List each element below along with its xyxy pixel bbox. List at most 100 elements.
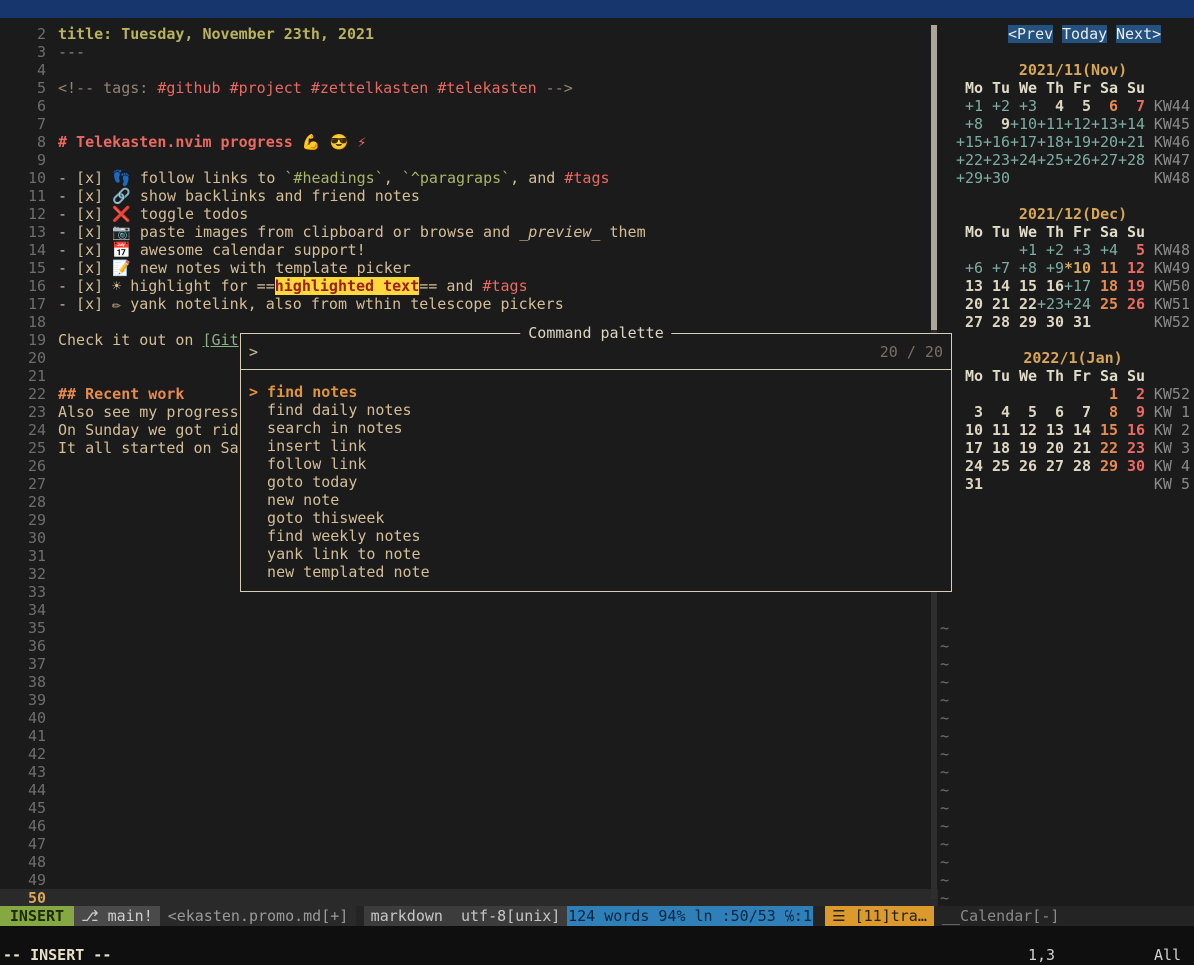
calendar-day[interactable]: 30 — [1118, 457, 1145, 475]
editor-line[interactable]: 7 — [0, 115, 938, 133]
editor-line[interactable]: 14- [x] 📅 awesome calendar support! — [0, 241, 938, 259]
calendar-day[interactable]: 15 — [1091, 421, 1118, 439]
calendar-day[interactable]: 29 — [1010, 313, 1037, 331]
calendar-day[interactable]: +4 — [1091, 241, 1118, 259]
palette-item[interactable]: find weekly notes — [241, 527, 951, 545]
calendar-day[interactable]: 17 — [956, 439, 983, 457]
editor-line[interactable]: 13- [x] 📷 paste images from clipboard or… — [0, 223, 938, 241]
calendar-day[interactable]: 14 — [1064, 421, 1091, 439]
editor-line[interactable]: 2title: Tuesday, November 23th, 2021 — [0, 25, 938, 43]
calendar-day[interactable]: 26 — [1010, 457, 1037, 475]
calendar-day[interactable]: +22 — [956, 151, 983, 169]
editor-line[interactable]: 44 — [0, 781, 938, 799]
palette-item[interactable]: new templated note — [241, 563, 951, 581]
calendar-day[interactable]: +17 — [1064, 277, 1091, 295]
calendar-day[interactable]: 22 — [1010, 295, 1037, 313]
editor-line[interactable]: 18 — [0, 313, 938, 331]
calendar-today-button[interactable]: Today — [1062, 25, 1107, 43]
calendar-day[interactable]: 13 — [1037, 421, 1064, 439]
calendar-day[interactable]: +1 — [1010, 241, 1037, 259]
calendar-day[interactable]: 19 — [1010, 439, 1037, 457]
calendar-day[interactable]: 6 — [1037, 403, 1064, 421]
calendar-day[interactable]: 30 — [1037, 313, 1064, 331]
calendar-day[interactable]: 14 — [983, 277, 1010, 295]
calendar-day[interactable]: +29 — [956, 169, 983, 187]
calendar-prev-button[interactable]: <Prev — [1008, 25, 1053, 43]
calendar-day[interactable]: 3 — [956, 403, 983, 421]
calendar-day[interactable]: +2 — [1037, 241, 1064, 259]
calendar-day[interactable]: 20 — [956, 295, 983, 313]
calendar-day[interactable]: 4 — [1037, 97, 1064, 115]
calendar-day[interactable]: 13 — [956, 277, 983, 295]
editor-line[interactable]: 46 — [0, 817, 938, 835]
calendar-day[interactable]: 11 — [983, 421, 1010, 439]
editor-line[interactable]: 38 — [0, 673, 938, 691]
editor-line[interactable]: 40 — [0, 709, 938, 727]
editor-line[interactable]: 45 — [0, 799, 938, 817]
palette-item[interactable]: new note — [241, 491, 951, 509]
calendar-day[interactable]: +16 — [983, 133, 1010, 151]
editor-line[interactable]: 50 — [0, 889, 938, 906]
editor-line[interactable]: 34 — [0, 601, 938, 619]
calendar-day[interactable]: +15 — [956, 133, 983, 151]
palette-item[interactable]: > find notes — [241, 383, 951, 401]
calendar-day[interactable]: 12 — [1118, 259, 1145, 277]
calendar-day[interactable]: 31 — [956, 475, 983, 493]
calendar-day[interactable]: 28 — [983, 313, 1010, 331]
calendar-day[interactable]: +9 — [1037, 259, 1064, 277]
editor-line[interactable]: 39 — [0, 691, 938, 709]
calendar-day[interactable]: 18 — [983, 439, 1010, 457]
calendar-day[interactable]: 1 — [1091, 385, 1118, 403]
calendar-day[interactable]: 5 — [1118, 241, 1145, 259]
calendar-day[interactable]: 4 — [983, 403, 1010, 421]
palette-item[interactable]: find daily notes — [241, 401, 951, 419]
calendar-day[interactable]: +11 — [1037, 115, 1064, 133]
calendar-next-button[interactable]: Next> — [1116, 25, 1161, 43]
calendar-day[interactable]: 8 — [1091, 403, 1118, 421]
calendar-day[interactable]: 25 — [983, 457, 1010, 475]
calendar-day[interactable]: +23 — [1037, 295, 1064, 313]
calendar-day[interactable]: +8 — [1010, 259, 1037, 277]
editor-line[interactable]: 49 — [0, 871, 938, 889]
calendar-day[interactable]: 6 — [1091, 97, 1118, 115]
calendar-day[interactable]: +21 — [1118, 133, 1145, 151]
calendar-day[interactable]: +25 — [1037, 151, 1064, 169]
calendar-day[interactable]: 19 — [1118, 277, 1145, 295]
calendar-day[interactable]: 25 — [1091, 295, 1118, 313]
editor-line[interactable]: 11- [x] 🔗 show backlinks and friend note… — [0, 187, 938, 205]
calendar-day[interactable]: 26 — [1118, 295, 1145, 313]
calendar-day[interactable]: *10 — [1064, 259, 1091, 277]
calendar-day[interactable]: +7 — [983, 259, 1010, 277]
calendar-day[interactable]: 7 — [1064, 403, 1091, 421]
editor-line[interactable]: 35 — [0, 619, 938, 637]
calendar-day[interactable]: +24 — [1064, 295, 1091, 313]
calendar-day[interactable]: +23 — [983, 151, 1010, 169]
calendar-day[interactable]: 5 — [1064, 97, 1091, 115]
palette-item[interactable]: insert link — [241, 437, 951, 455]
editor-line[interactable]: 47 — [0, 835, 938, 853]
editor-line[interactable]: 37 — [0, 655, 938, 673]
editor-line[interactable]: 4 — [0, 61, 938, 79]
calendar-day[interactable]: +13 — [1091, 115, 1118, 133]
editor-line[interactable]: 8# Telekasten.nvim progress 💪 😎 ⚡ — [0, 133, 938, 151]
calendar-day[interactable]: +12 — [1064, 115, 1091, 133]
editor-line[interactable]: 36 — [0, 637, 938, 655]
calendar-day[interactable]: +6 — [956, 259, 983, 277]
calendar-day[interactable]: 21 — [983, 295, 1010, 313]
calendar-day[interactable]: 16 — [1118, 421, 1145, 439]
calendar-day[interactable]: 2 — [1118, 385, 1145, 403]
calendar-day[interactable]: +28 — [1118, 151, 1145, 169]
calendar-day[interactable]: 27 — [956, 313, 983, 331]
calendar-day[interactable]: 29 — [1091, 457, 1118, 475]
calendar-day[interactable]: +18 — [1037, 133, 1064, 151]
calendar-day[interactable]: +20 — [1091, 133, 1118, 151]
calendar-day[interactable]: 27 — [1037, 457, 1064, 475]
palette-item[interactable]: search in notes — [241, 419, 951, 437]
editor-line[interactable]: 12- [x] ❌ toggle todos — [0, 205, 938, 223]
calendar-day[interactable]: +27 — [1091, 151, 1118, 169]
scrollbar-thumb[interactable] — [931, 25, 937, 330]
calendar-day[interactable]: 16 — [1037, 277, 1064, 295]
editor-line[interactable]: 42 — [0, 745, 938, 763]
calendar-day[interactable]: 9 — [983, 115, 1010, 133]
calendar-day[interactable]: 11 — [1091, 259, 1118, 277]
